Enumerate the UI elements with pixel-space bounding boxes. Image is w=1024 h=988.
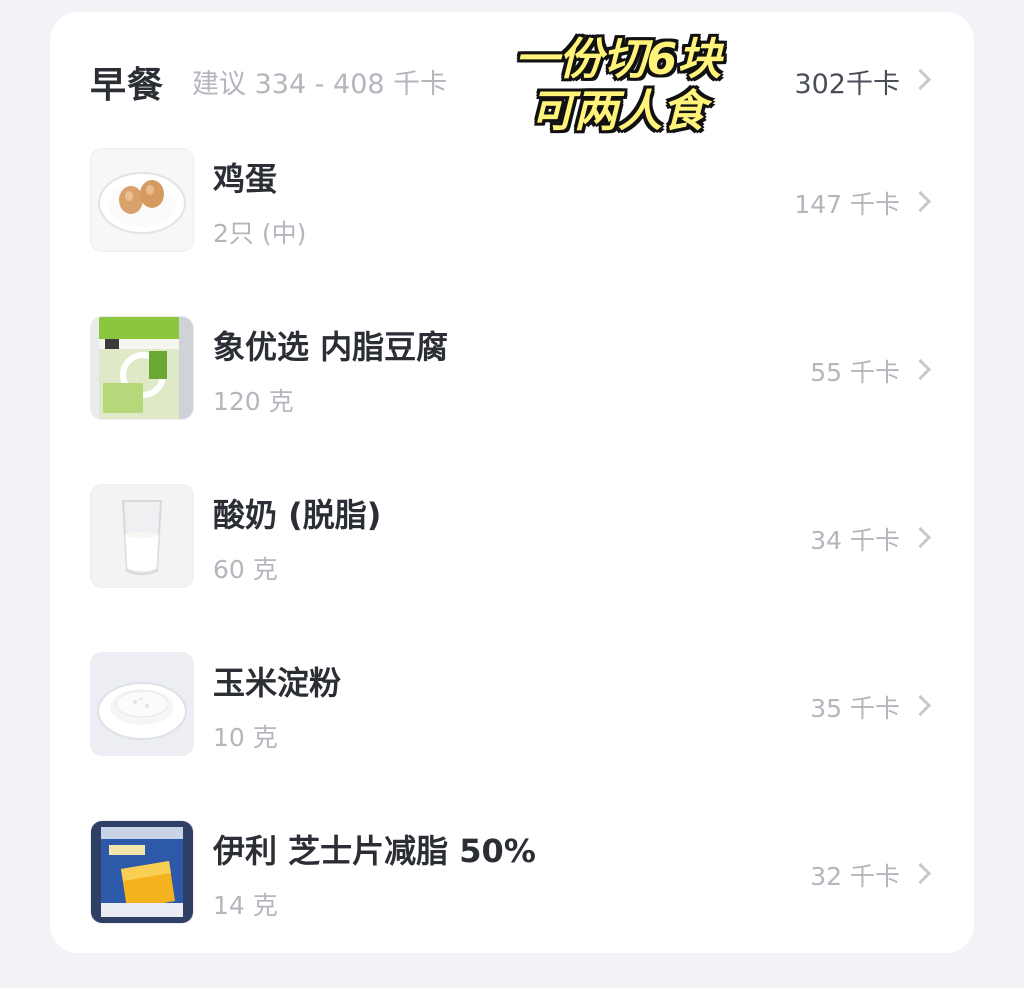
meal-title: 早餐 (90, 65, 165, 106)
meal-header[interactable]: 早餐 建议 334 - 408 千卡 一份切6块 可两人食 302千卡 (50, 12, 974, 142)
overlay-caption: 一份切6块 可两人食 (498, 34, 738, 138)
food-item-cornstarch[interactable]: 玉米淀粉 10 克 35 千卡 (50, 652, 974, 820)
chevron-right-icon[interactable] (909, 526, 932, 549)
food-item-yogurt[interactable]: 酸奶 (脱脂) 60 克 34 千卡 (50, 484, 974, 652)
meal-total-kcal: 302千卡 (794, 69, 900, 100)
chevron-right-icon[interactable] (909, 190, 932, 213)
cheese-slice-package-icon (90, 820, 194, 924)
overlay-line-1: 一份切6块 (514, 34, 722, 85)
item-kcal: 55 千卡 (810, 358, 900, 387)
tofu-package-icon (90, 316, 194, 420)
overlay-line-2: 可两人食 (530, 86, 706, 137)
item-amount: 10 克 (213, 723, 278, 752)
meal-card: 早餐 建议 334 - 408 千卡 一份切6块 可两人食 302千卡 鸡蛋 2… (50, 12, 974, 953)
item-amount: 2只 (中) (213, 219, 307, 248)
cornstarch-plate-icon (90, 652, 194, 756)
item-amount: 14 克 (213, 891, 278, 920)
item-amount: 120 克 (213, 387, 294, 416)
item-kcal: 147 千卡 (794, 190, 900, 219)
item-name: 象优选 内脂豆腐 (213, 328, 449, 366)
food-item-egg[interactable]: 鸡蛋 2只 (中) 147 千卡 (50, 148, 974, 316)
item-name: 鸡蛋 (213, 160, 278, 198)
chevron-right-icon[interactable] (909, 68, 932, 91)
item-kcal: 32 千卡 (810, 862, 900, 891)
food-item-tofu[interactable]: 象优选 内脂豆腐 120 克 55 千卡 (50, 316, 974, 484)
food-item-cheese[interactable]: 伊利 芝士片减脂 50% 14 克 32 千卡 (50, 820, 974, 988)
chevron-right-icon[interactable] (909, 694, 932, 717)
item-name: 玉米淀粉 (213, 664, 342, 702)
item-kcal: 34 千卡 (810, 526, 900, 555)
item-name: 伊利 芝士片减脂 50% (213, 832, 536, 870)
item-name: 酸奶 (脱脂) (213, 496, 382, 534)
chevron-right-icon[interactable] (909, 358, 932, 381)
yogurt-glass-icon (90, 484, 194, 588)
item-amount: 60 克 (213, 555, 278, 584)
meal-suggestion: 建议 334 - 408 千卡 (192, 69, 448, 100)
egg-plate-icon (90, 148, 194, 252)
chevron-right-icon[interactable] (909, 862, 932, 885)
item-kcal: 35 千卡 (810, 694, 900, 723)
